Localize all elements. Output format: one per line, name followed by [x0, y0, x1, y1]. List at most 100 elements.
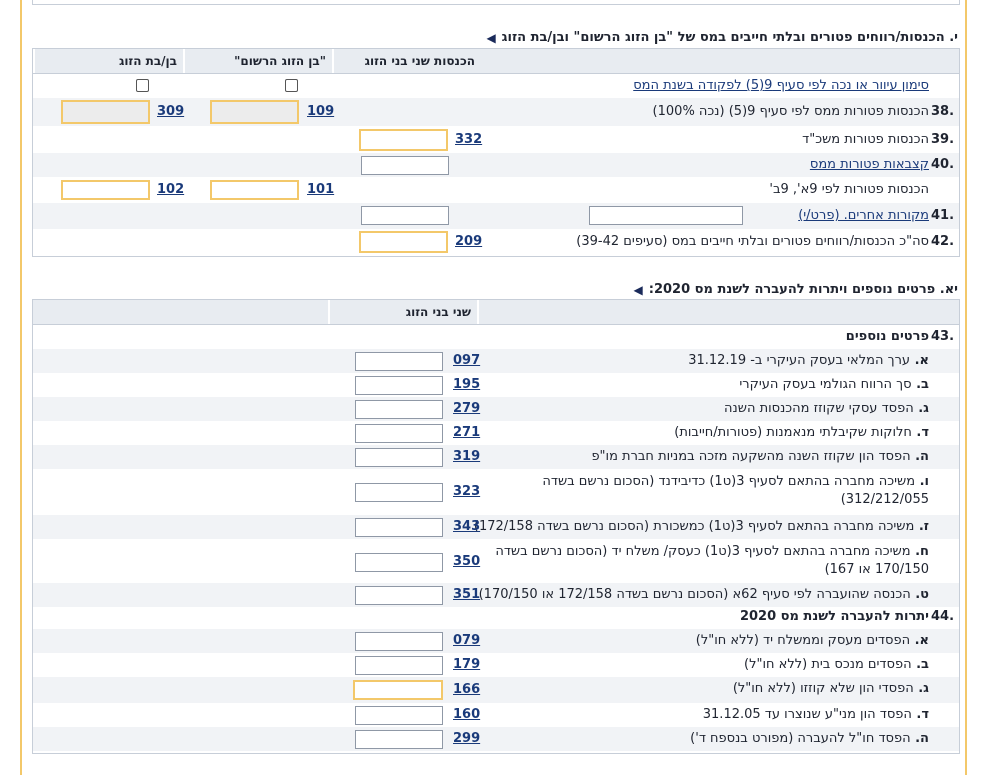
- item-label: סך הרווח הגולמי בעסק העיקרי: [739, 377, 912, 392]
- row-40: 40. קצבאות פטורות ממס: [33, 153, 959, 177]
- item-letter: א.: [910, 353, 929, 368]
- header-both: הכנסות שני בני הזוג: [332, 49, 481, 73]
- input-other-sources[interactable]: [361, 206, 449, 225]
- item-letter: א.: [910, 633, 929, 648]
- other-sources-link[interactable]: מקורות אחרים. (פרט/י): [798, 208, 929, 223]
- input-350[interactable]: [355, 552, 443, 572]
- section-10-title: י. הכנסות/רווחים פטורים ובלתי חייבים במס…: [486, 30, 958, 45]
- row-40b: הכנסות פטורות לפי 9א', 9ב' 101 102: [33, 177, 959, 203]
- code-351[interactable]: 351: [453, 587, 480, 602]
- section-11-panel: שני בני הזוג 43. פרטים נוספים א. ערך המל…: [32, 299, 960, 754]
- item-letter: ג.: [913, 401, 929, 416]
- item44-row: ג. הפסדי הון שלא קוזזו (ללא חו"ל) 166: [33, 677, 959, 703]
- previous-section-bottom: [32, 0, 960, 5]
- code-319[interactable]: 319: [453, 449, 480, 464]
- code-101[interactable]: 101: [307, 182, 334, 197]
- code-332[interactable]: 332: [455, 132, 482, 147]
- code-097[interactable]: 097: [453, 353, 480, 368]
- input-279[interactable]: [355, 399, 443, 419]
- item-label: משיכה מחברה בהתאם לסעיף 3(ט1) כמשכורת (ה…: [473, 519, 915, 534]
- item43-row: ד. חלוקות שקיבלתי מנאמנות (פטורות/חייבות…: [33, 421, 959, 445]
- input-271[interactable]: [355, 423, 443, 443]
- item43-row: ט. הכנסה שהועברה לפי סעיף 62א (הסכום נרש…: [33, 583, 959, 607]
- input-195[interactable]: [355, 375, 443, 395]
- section-11-title: יא. פרטים נוספים ויתרות להעברה לשנת מס 2…: [633, 282, 958, 297]
- item-letter: ד.: [911, 425, 929, 440]
- item-letter: ה.: [910, 731, 929, 746]
- input-299[interactable]: [355, 729, 443, 749]
- collapse-arrow-icon[interactable]: ◀: [634, 283, 643, 297]
- code-109[interactable]: 109: [307, 104, 334, 119]
- item44-row: ב. הפסדים מנכס בית (ללא חו"ל) 179: [33, 653, 959, 677]
- item43-row: ה. הפסד הון שקוזז השנה מהשקעה מזכה במניו…: [33, 445, 959, 469]
- blind-disabled-link[interactable]: סימון עיוור או נכה לפי סעיף 9(5) לפקודה …: [633, 78, 929, 93]
- code-350[interactable]: 350: [453, 554, 480, 569]
- item-letter: ג.: [913, 681, 929, 696]
- input-323[interactable]: [355, 482, 443, 502]
- item-letter: ב.: [911, 657, 929, 672]
- item-label: הפסד הון שקוזז השנה מהשקעה מזכה במניות ח…: [591, 449, 911, 464]
- input-179[interactable]: [355, 655, 443, 675]
- item-letter: ד.: [911, 707, 929, 722]
- item-label: משיכה מחברה בהתאם לסעיף 3(ט1) כדיבידנד (…: [542, 474, 929, 507]
- code-160[interactable]: 160: [453, 707, 480, 722]
- item-letter: ז.: [914, 519, 929, 534]
- item43-row: ב. סך הרווח הגולמי בעסק העיקרי 195: [33, 373, 959, 397]
- item43-row: ח. משיכה מחברה בהתאם לסעיף 3(ט1) כעסק/ מ…: [33, 539, 959, 585]
- item-letter: ט.: [910, 587, 929, 602]
- input-319[interactable]: [355, 447, 443, 467]
- input-other-sources-detail[interactable]: [589, 206, 743, 225]
- item-label: הכנסה שהועברה לפי סעיף 62א (הסכום נרשם ב…: [478, 587, 911, 602]
- item43-row: א. ערך המלאי בעסק העיקרי ב- 31.12.19 097: [33, 349, 959, 373]
- code-343[interactable]: 343: [453, 519, 480, 534]
- code-299[interactable]: 299: [453, 731, 480, 746]
- item-letter: ו.: [915, 474, 929, 489]
- input-097[interactable]: [355, 351, 443, 371]
- code-079[interactable]: 079: [453, 633, 480, 648]
- code-323[interactable]: 323: [453, 484, 480, 499]
- item-label: הפסדי הון שלא קוזזו (ללא חו"ל): [732, 681, 914, 696]
- item-label: הפסד עסקי שקוזז מהכנסות השנה: [724, 401, 914, 416]
- pension-exempt-link[interactable]: קצבאות פטורות ממס: [810, 157, 929, 172]
- right-border: [965, 0, 967, 775]
- input-166[interactable]: [353, 680, 443, 700]
- row-43: 43. פרטים נוספים: [845, 329, 955, 344]
- row-42: 42. סה"כ הכנסות/רווחים פטורים ובלתי חייב…: [33, 229, 959, 255]
- input-101[interactable]: [210, 180, 299, 200]
- header-registered: "בן הזוג הרשום": [183, 49, 332, 73]
- code-209[interactable]: 209: [455, 234, 482, 249]
- code-179[interactable]: 179: [453, 657, 480, 672]
- input-332[interactable]: [359, 129, 448, 151]
- item-letter: ב.: [911, 377, 929, 392]
- item-label: הפסד הון מני"ע שנוצרו עד 31.12.05: [702, 707, 912, 722]
- item44-row: ד. הפסד הון מני"ע שנוצרו עד 31.12.05 160: [33, 703, 959, 727]
- input-209[interactable]: [359, 231, 448, 253]
- mark-row: סימון עיוור או נכה לפי סעיף 9(5) לפקודה …: [33, 74, 959, 98]
- input-pensions[interactable]: [361, 156, 449, 175]
- input-309[interactable]: [61, 100, 150, 124]
- item43-row: ו. משיכה מחברה בהתאם לסעיף 3(ט1) כדיבידנ…: [33, 469, 959, 515]
- input-343[interactable]: [355, 517, 443, 537]
- code-102[interactable]: 102: [157, 182, 184, 197]
- item-label: הפסדים מנכס בית (ללא חו"ל): [744, 657, 912, 672]
- item43-row: ג. הפסד עסקי שקוזז מהכנסות השנה 279: [33, 397, 959, 421]
- input-160[interactable]: [355, 705, 443, 725]
- header-spouse: בן/בת הזוג: [33, 49, 183, 73]
- item-label: הפסד חו"ל להעברה (מפורט בנספח ד'): [690, 731, 911, 746]
- input-109[interactable]: [210, 100, 299, 124]
- code-279[interactable]: 279: [453, 401, 480, 416]
- item-label: משיכה מחברה בהתאם לסעיף 3(ט1) כעסק/ משלח…: [495, 544, 929, 577]
- code-271[interactable]: 271: [453, 425, 480, 440]
- collapse-arrow-icon[interactable]: ◀: [486, 31, 495, 45]
- input-351[interactable]: [355, 585, 443, 605]
- spouse-checkbox[interactable]: [136, 79, 149, 92]
- code-195[interactable]: 195: [453, 377, 480, 392]
- input-079[interactable]: [355, 631, 443, 651]
- code-309[interactable]: 309: [157, 104, 184, 119]
- code-166[interactable]: 166: [453, 682, 480, 697]
- header-both-spouses: שני בני הזוג: [328, 300, 479, 324]
- input-102[interactable]: [61, 180, 150, 200]
- registered-checkbox[interactable]: [285, 79, 298, 92]
- row-39: 39. הכנסות פטורות משכ"ד 332: [33, 127, 959, 153]
- row-41: 41. מקורות אחרים. (פרט/י): [33, 203, 959, 229]
